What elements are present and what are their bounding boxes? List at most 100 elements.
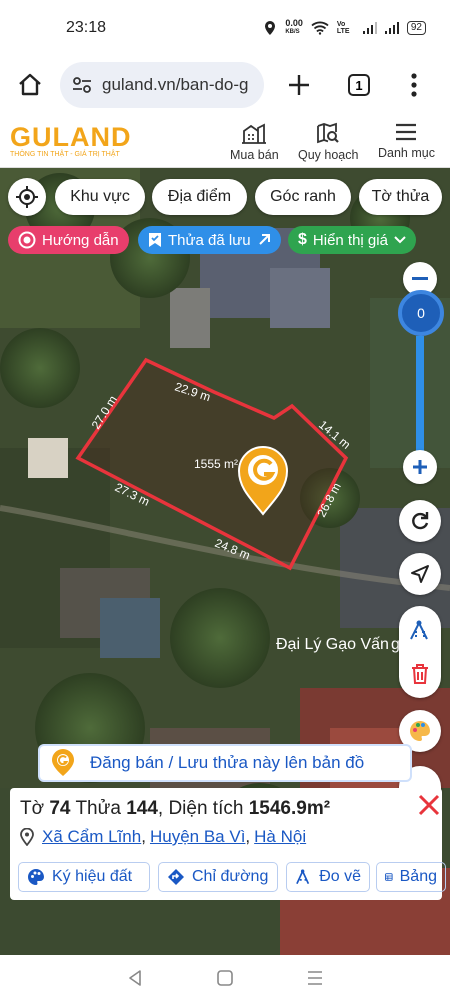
parcel-address: Xã Cẩm Lĩnh, Huyện Ba Vì, Hà Nội: [20, 827, 306, 847]
price-label: Hiển thị giá: [312, 231, 388, 249]
zoom-control: 0: [398, 262, 444, 484]
land-symbol-label: Ký hiệu đất: [52, 868, 133, 885]
nav-quy-hoach[interactable]: Quy hoạch: [298, 122, 358, 162]
land-symbol-button[interactable]: Ký hiệu đất: [18, 862, 150, 892]
chip-goc-ranh[interactable]: Góc ranh: [255, 179, 351, 215]
directions-label: Chỉ đường: [192, 868, 269, 885]
buildings-icon: [242, 123, 267, 144]
external-link-icon: [258, 234, 270, 245]
status-time: 23:18: [66, 19, 107, 36]
parcel-info-panel: Tờ 74 Thửa 144, Diện tích 1546.9m² Xã Cẩ…: [10, 788, 446, 900]
table-icon: [385, 873, 393, 881]
recents-button[interactable]: [300, 963, 330, 993]
post-listing-text: Đăng bán / Lưu thửa này lên bản đồ: [90, 753, 365, 772]
url-text: guland.vn/ban-do-g: [102, 75, 249, 94]
map-search-icon: [317, 122, 340, 144]
net-speed: 0.00 KB/S: [285, 19, 303, 37]
status-bar: 23:18 0.00 KB/S Vo LTE 92: [0, 0, 450, 56]
system-nav-bar: [0, 955, 450, 1000]
map-view[interactable]: 22.9 m 14.1 m 26.8 m 24.8 m 27.3 m 27.0 …: [0, 168, 450, 955]
more-vertical-icon: [411, 73, 417, 97]
post-listing-banner[interactable]: Đăng bán / Lưu thửa này lên bản đồ: [38, 744, 412, 782]
site-settings-icon: [73, 77, 91, 93]
draw-tools-panel: [399, 606, 441, 698]
locate-me-button[interactable]: [8, 178, 46, 216]
plot-number: 144: [126, 798, 158, 819]
table-button[interactable]: Bảng: [376, 862, 446, 892]
measure-tool-button[interactable]: [399, 610, 441, 650]
signal-icon: [362, 22, 377, 34]
trash-icon: [412, 664, 428, 684]
address-bar[interactable]: guland.vn/ban-do-g: [60, 62, 264, 108]
recents-icon: [308, 970, 322, 985]
logo-text: GULAND: [10, 122, 132, 152]
tab-count: 1: [348, 74, 370, 96]
directions-button[interactable]: Chỉ đường: [158, 862, 278, 892]
plus-icon: [413, 460, 427, 474]
city-link[interactable]: Hà Nội: [254, 827, 306, 846]
home-nav-button[interactable]: [210, 963, 240, 993]
saved-label: Thửa đã lưu: [168, 231, 251, 249]
net-speed-value: 0.00: [285, 18, 303, 28]
volte-label: Vo LTE: [336, 21, 350, 35]
nav-mua-ban-label: Mua bán: [230, 148, 279, 162]
guide-button[interactable]: Hướng dẫn: [8, 226, 129, 254]
zoom-level-indicator[interactable]: 0: [398, 290, 444, 336]
bookmark-icon: [149, 233, 161, 247]
palette-icon: [28, 869, 44, 885]
nav-danh-muc-label: Danh mục: [378, 146, 435, 160]
chip-khu-vuc[interactable]: Khu vực: [55, 179, 145, 215]
nav-mua-ban[interactable]: Mua bán: [230, 122, 279, 162]
signal-2-icon: [384, 22, 399, 34]
home-button[interactable]: [0, 56, 60, 114]
home-square-icon: [217, 969, 233, 986]
close-icon: [418, 794, 440, 816]
address-separator: ,: [245, 827, 251, 846]
status-icons: 0.00 KB/S Vo LTE 92: [263, 19, 426, 37]
delete-drawing-button[interactable]: [399, 654, 441, 694]
chip-to-thua[interactable]: Tờ thửa: [359, 179, 442, 215]
sheet-prefix: Tờ: [20, 798, 45, 819]
site-header: GULAND THÔNG TIN THẬT - GIÁ TRỊ THẬT Mua…: [0, 114, 450, 168]
guland-logo[interactable]: GULAND THÔNG TIN THẬT - GIÁ TRỊ THẬT: [10, 122, 132, 159]
sheet-number: 74: [49, 798, 71, 819]
district-link[interactable]: Huyện Ba Vì: [150, 827, 245, 846]
logo-tagline: THÔNG TIN THẬT - GIÁ TRỊ THẬT: [10, 151, 120, 158]
location-pin-icon: [20, 828, 34, 846]
back-icon: [129, 969, 141, 986]
wifi-icon: [311, 21, 329, 35]
poi-label: Đại Lý Gạo Vấn g: [276, 636, 400, 653]
close-panel-button[interactable]: [414, 790, 444, 820]
saved-plots-button[interactable]: Thửa đã lưu: [138, 226, 281, 254]
area-label: 1555 m²: [194, 457, 238, 471]
nav-quy-hoach-label: Quy hoạch: [298, 148, 359, 162]
alarm-icon: [265, 21, 276, 35]
zoom-slider-track[interactable]: [416, 336, 424, 456]
commune-link[interactable]: Xã Cẩm Lĩnh: [42, 827, 141, 846]
measure-draw-label: Đo vẽ: [319, 868, 361, 885]
show-price-dropdown[interactable]: $ Hiển thị giá: [288, 226, 416, 254]
nav-danh-muc[interactable]: Danh mục: [378, 122, 435, 160]
tab-switcher-button[interactable]: 1: [334, 56, 384, 114]
net-speed-unit: KB/S: [285, 29, 300, 35]
zoom-in-button[interactable]: [403, 450, 437, 484]
measure-draw-button[interactable]: Đo vẽ: [286, 862, 370, 892]
browser-toolbar: guland.vn/ban-do-g 1: [0, 56, 450, 114]
refresh-button[interactable]: [399, 500, 441, 542]
refresh-icon: [412, 512, 429, 530]
crosshair-icon: [16, 186, 38, 208]
plot-prefix: Thửa: [75, 798, 121, 819]
browser-menu-button[interactable]: [384, 56, 444, 114]
hamburger-icon: [396, 123, 417, 141]
new-tab-button[interactable]: [264, 56, 334, 114]
palette-icon: [410, 721, 430, 741]
play-circle-icon: [18, 231, 36, 249]
navigation-arrow-icon: [411, 565, 429, 583]
chip-dia-diem[interactable]: Địa điểm: [152, 179, 247, 215]
measure-icon: [410, 620, 428, 640]
battery-indicator: 92: [406, 21, 426, 35]
back-button[interactable]: [120, 963, 150, 993]
navigate-button[interactable]: [399, 553, 441, 595]
parcel-title: Tờ 74 Thửa 144, Diện tích 1546.9m²: [20, 798, 330, 820]
measure-icon: [296, 869, 310, 885]
